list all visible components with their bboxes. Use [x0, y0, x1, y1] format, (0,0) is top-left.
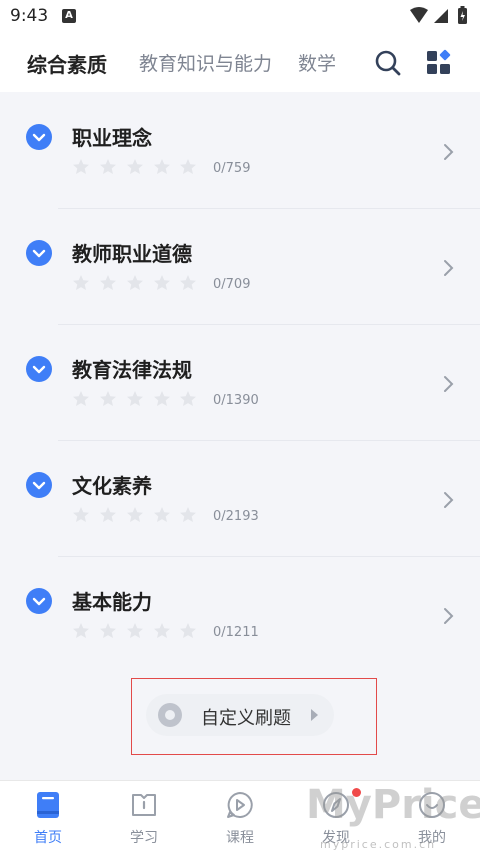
chevron-right-icon[interactable]: [442, 606, 456, 626]
star-rating: [73, 275, 196, 290]
nav-home-label: 首页: [34, 830, 62, 846]
tab-comprehensive-quality[interactable]: 综合素质: [27, 49, 107, 78]
chevron-down-icon[interactable]: [26, 472, 52, 498]
book-icon: [37, 792, 59, 818]
search-icon[interactable]: [373, 48, 403, 78]
video-icon: [227, 792, 253, 818]
watermark-url: myprice.com.cn: [320, 838, 437, 851]
watermark: MyPrice myprice.com.cn: [300, 780, 480, 853]
question-progress: 0/759: [213, 161, 251, 176]
question-progress: 0/1390: [213, 393, 259, 408]
star-rating: [73, 391, 196, 406]
subject-title: 基本能力: [72, 590, 152, 614]
play-arrow-icon: [311, 709, 318, 721]
tab-education-knowledge[interactable]: 教育知识与能力: [139, 49, 272, 76]
chevron-right-icon[interactable]: [442, 490, 456, 510]
chevron-right-icon[interactable]: [442, 142, 456, 162]
chevron-right-icon[interactable]: [442, 374, 456, 394]
question-progress: 0/1211: [213, 625, 259, 640]
subject-item[interactable]: 教师职业道德 0/709: [0, 208, 480, 324]
subject-item[interactable]: 基本能力 0/1211: [0, 556, 480, 672]
system-status-icons: [410, 6, 467, 24]
nav-home[interactable]: 首页: [0, 781, 96, 853]
subject-title: 教育法律法规: [72, 358, 192, 382]
nav-courses-label: 课程: [226, 830, 254, 846]
subject-title: 职业理念: [72, 126, 152, 150]
custom-practice-button[interactable]: 自定义刷题: [146, 694, 334, 736]
disc-icon: [158, 703, 182, 727]
nav-study[interactable]: 学习: [96, 781, 192, 853]
subject-title: 教师职业道德: [72, 242, 192, 266]
notification-a-icon: A: [62, 9, 76, 23]
tab-math[interactable]: 数学: [298, 49, 336, 76]
chevron-right-icon[interactable]: [442, 258, 456, 278]
status-bar: 9:43 A: [0, 0, 480, 32]
subject-tab-bar: 综合素质 教育知识与能力 数学: [0, 32, 480, 92]
grid-menu-icon[interactable]: [424, 48, 454, 78]
status-time: 9:43: [10, 6, 49, 26]
chevron-down-icon[interactable]: [26, 356, 52, 382]
chevron-down-icon[interactable]: [26, 124, 52, 150]
star-rating: [73, 507, 196, 522]
watermark-logo: MyPrice: [306, 782, 480, 828]
chevron-down-icon[interactable]: [26, 240, 52, 266]
subject-item[interactable]: 教育法律法规 0/1390: [0, 324, 480, 440]
nav-study-label: 学习: [130, 830, 158, 846]
question-progress: 0/2193: [213, 509, 259, 524]
nav-courses[interactable]: 课程: [192, 781, 288, 853]
star-rating: [73, 159, 196, 174]
subject-title: 文化素养: [72, 474, 152, 498]
chevron-down-icon[interactable]: [26, 588, 52, 614]
custom-practice-label: 自定义刷题: [201, 708, 291, 729]
question-progress: 0/709: [213, 277, 251, 292]
subject-item[interactable]: 职业理念 0/759: [0, 92, 480, 208]
subject-item[interactable]: 文化素养 0/2193: [0, 440, 480, 556]
study-icon: [132, 794, 156, 816]
star-rating: [73, 623, 196, 638]
